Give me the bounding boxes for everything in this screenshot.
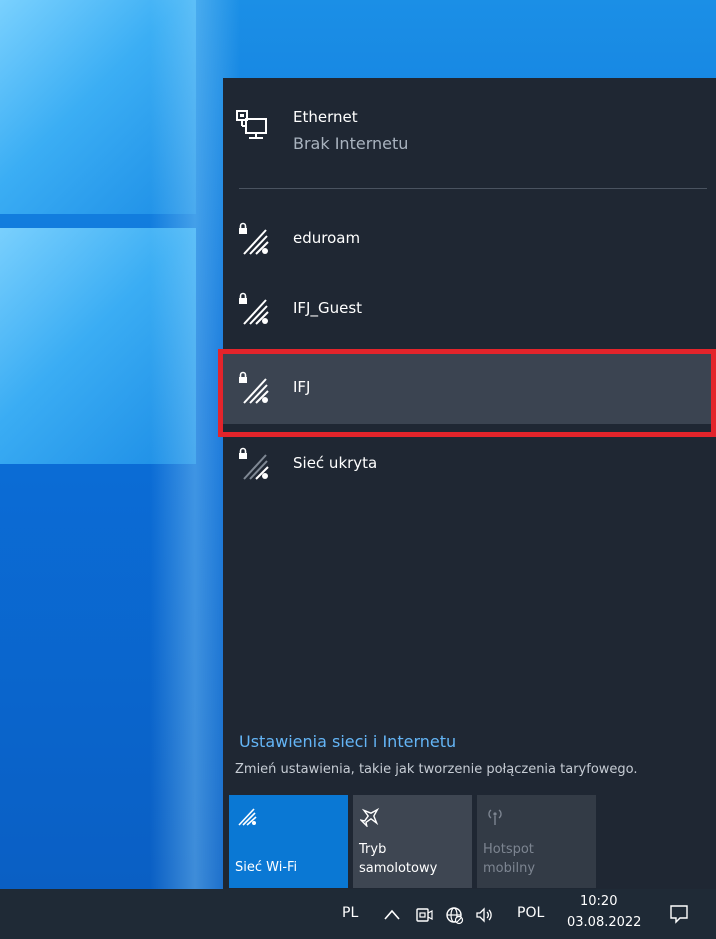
wifi-toggle-button[interactable]: Sieć Wi-Fi [229, 795, 348, 888]
wifi-secured-icon [239, 371, 269, 404]
network-name: IFJ_Guest [293, 299, 363, 317]
clock-time[interactable]: 10:20 [580, 894, 617, 909]
volume-icon[interactable] [474, 905, 494, 925]
input-language-indicator[interactable]: PL [342, 905, 358, 921]
network-globe-icon[interactable] [444, 905, 464, 925]
network-item-eduroam[interactable]: eduroam [223, 203, 716, 275]
notifications-icon[interactable] [668, 903, 690, 925]
airplane-mode-label-line2: samolotowy [359, 861, 438, 876]
divider [239, 188, 707, 189]
network-flyout: Ethernet Brak Internetu eduroam IFJ_Gues… [223, 78, 716, 889]
ethernet-status: Brak Internetu [293, 134, 409, 153]
network-settings-description: Zmień ustawienia, takie jak tworzenie po… [235, 762, 638, 777]
network-name: Sieć ukryta [293, 454, 378, 472]
meet-now-icon[interactable] [414, 905, 434, 925]
mobile-hotspot-button[interactable]: Hotspot mobilny [477, 795, 596, 888]
language-indicator[interactable]: POL [517, 905, 544, 921]
ethernet-icon [236, 110, 267, 139]
taskbar: PL POL 10:20 03.08.2022 [0, 889, 716, 939]
wifi-toggle-label: Sieć Wi-Fi [235, 860, 298, 875]
network-name: IFJ [293, 378, 311, 396]
hotspot-icon [488, 809, 502, 825]
mobile-hotspot-label-line2: mobilny [483, 861, 536, 876]
ethernet-name: Ethernet [293, 108, 358, 126]
ethernet-connection[interactable]: Ethernet Brak Internetu [223, 78, 716, 188]
wifi-secured-icon [239, 222, 269, 255]
wifi-icon [238, 808, 257, 826]
chevron-up-icon[interactable] [382, 905, 402, 925]
network-item-ifj-guest[interactable]: IFJ_Guest [223, 273, 716, 345]
airplane-icon [360, 807, 380, 827]
network-settings-link[interactable]: Ustawienia sieci i Internetu [239, 732, 456, 751]
network-item-ifj[interactable]: IFJ [223, 352, 716, 424]
network-name: eduroam [293, 229, 361, 247]
mobile-hotspot-label-line1: Hotspot [483, 842, 534, 857]
network-item-hidden[interactable]: Sieć ukryta [223, 428, 716, 500]
wifi-secured-icon [239, 292, 269, 325]
clock-date[interactable]: 03.08.2022 [567, 915, 641, 930]
airplane-mode-button[interactable]: Tryb samolotowy [353, 795, 472, 888]
airplane-mode-label-line1: Tryb [359, 842, 387, 857]
wifi-secured-weak-icon [239, 447, 269, 480]
